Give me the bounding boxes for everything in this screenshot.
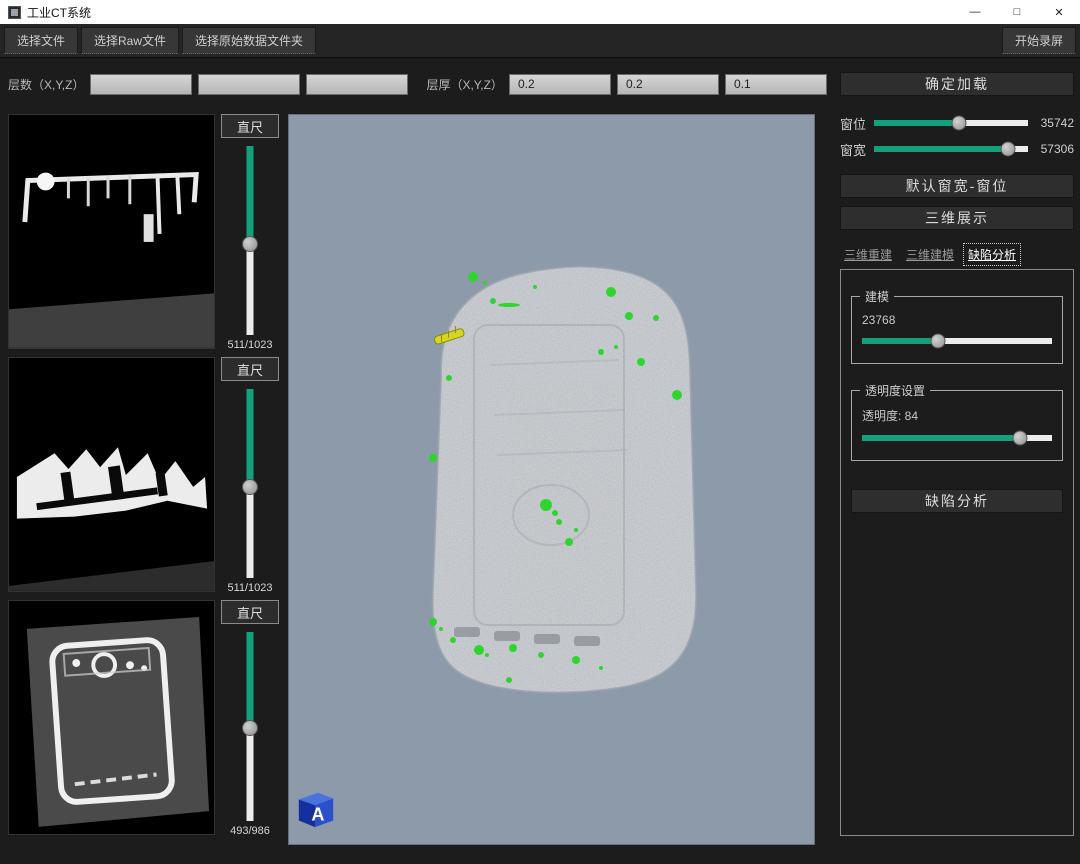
right-panel: 确定加载 窗位 35742 窗宽 57306 默认窗宽-窗位 三维展示 三维重建… <box>830 58 1080 864</box>
thickness-x-input[interactable] <box>509 74 611 95</box>
slider-track <box>247 487 254 578</box>
slice-row-1: 直尺 511/1023 <box>8 114 286 357</box>
slider-track <box>959 120 1028 126</box>
slider-handle[interactable] <box>1012 431 1027 446</box>
cube-logo-icon: A <box>295 788 337 830</box>
slice-slider-column-3: 直尺 493/986 <box>215 600 285 843</box>
defect-analysis-button[interactable]: 缺陷分析 <box>851 489 1063 513</box>
modeling-slider[interactable] <box>862 333 1052 349</box>
slider-track <box>247 244 254 335</box>
slider-handle[interactable] <box>951 116 966 131</box>
app-icon <box>8 6 21 19</box>
transparency-value: 透明度: 84 <box>862 407 1052 424</box>
slice-position-3: 493/986 <box>230 825 270 839</box>
window-width-label: 窗宽 <box>840 140 868 159</box>
slice-slider-3[interactable] <box>241 632 259 821</box>
select-file-button[interactable]: 选择文件 <box>4 27 78 54</box>
transparency-group-title: 透明度设置 <box>860 382 930 399</box>
analysis-tabs: 三维重建 三维建模 缺陷分析 <box>840 244 1074 265</box>
minimize-button[interactable]: — <box>954 0 996 24</box>
slider-fill <box>874 146 1008 152</box>
ruler-button-3[interactable]: 直尺 <box>221 600 279 624</box>
ct-slice-image-2[interactable] <box>8 357 215 592</box>
software-logo: A <box>295 788 337 830</box>
window-level-slider[interactable] <box>874 115 1028 131</box>
slider-fill <box>862 435 1020 441</box>
transparency-slider[interactable] <box>862 430 1052 446</box>
title-bar: 工业CT系统 — □ ✕ <box>0 0 1080 24</box>
window-width-slider[interactable] <box>874 141 1028 157</box>
slider-track <box>938 338 1052 344</box>
slider-fill <box>247 389 254 487</box>
modeling-value: 23768 <box>862 313 1052 327</box>
select-raw-button[interactable]: 选择Raw文件 <box>81 27 179 54</box>
slider-fill <box>862 338 938 344</box>
workspace: 直尺 511/1023 <box>0 114 820 864</box>
3d-display-button[interactable]: 三维展示 <box>840 206 1074 230</box>
ruler-button-2[interactable]: 直尺 <box>221 357 279 381</box>
maximize-button[interactable]: □ <box>996 0 1038 24</box>
slice-position-1: 511/1023 <box>227 339 272 353</box>
select-folder-button[interactable]: 选择原始数据文件夹 <box>182 27 316 54</box>
slider-fill <box>874 120 959 126</box>
slider-fill <box>247 632 254 728</box>
slider-track <box>247 728 254 821</box>
defect-analysis-tab-panel: 建模 23768 透明度设置 透明度: 84 缺陷分析 <box>840 269 1074 836</box>
thickness-z-input[interactable] <box>725 74 827 95</box>
slice-slider-2[interactable] <box>241 389 259 578</box>
window-title: 工业CT系统 <box>27 4 91 21</box>
slider-handle[interactable] <box>242 236 258 252</box>
ruler-button-1[interactable]: 直尺 <box>221 114 279 138</box>
slice-slider-column-2: 直尺 511/1023 <box>215 357 285 600</box>
layers-z-input[interactable] <box>306 74 408 95</box>
thickness-y-input[interactable] <box>617 74 719 95</box>
slice-position-2: 511/1023 <box>227 582 272 596</box>
slice-slider-column-1: 直尺 511/1023 <box>215 114 285 357</box>
window-level-value: 35742 <box>1034 116 1074 130</box>
content-area: 层数（X,Y,Z） 层厚（X,Y,Z） 直尺 <box>0 58 1080 864</box>
slider-handle[interactable] <box>242 720 258 736</box>
ct-slice-image-1[interactable] <box>8 114 215 349</box>
slice-row-2: 直尺 511/1023 <box>8 357 286 600</box>
parameter-row: 层数（X,Y,Z） 层厚（X,Y,Z） <box>0 72 818 96</box>
modeling-group-title: 建模 <box>860 288 894 305</box>
confirm-load-button[interactable]: 确定加载 <box>840 72 1074 96</box>
toolbar: 选择文件 选择Raw文件 选择原始数据文件夹 开始录屏 <box>0 24 1080 58</box>
tab-3d-reconstruction[interactable]: 三维重建 <box>840 244 896 265</box>
default-wwwl-button[interactable]: 默认窗宽-窗位 <box>840 174 1074 198</box>
transparency-group: 透明度设置 透明度: 84 <box>851 390 1063 461</box>
window-width-row: 窗宽 57306 <box>840 140 1074 158</box>
slice-views: 直尺 511/1023 <box>8 114 286 843</box>
ct-slice-image-3[interactable] <box>8 600 215 835</box>
scanned-object <box>419 255 719 715</box>
close-button[interactable]: ✕ <box>1038 0 1080 24</box>
layers-x-input[interactable] <box>90 74 192 95</box>
slice-row-3: 直尺 493/986 <box>8 600 286 843</box>
window-controls: — □ ✕ <box>954 0 1080 24</box>
slice-slider-1[interactable] <box>241 146 259 335</box>
3d-viewport[interactable]: A <box>288 114 815 845</box>
3d-render <box>289 115 814 844</box>
thickness-label: 层厚（X,Y,Z） <box>426 76 502 93</box>
window-width-value: 57306 <box>1034 142 1074 156</box>
slider-handle[interactable] <box>1000 142 1015 157</box>
slider-fill <box>247 146 254 244</box>
tab-3d-modeling[interactable]: 三维建模 <box>902 244 958 265</box>
slider-handle[interactable] <box>931 334 946 349</box>
layers-label: 层数（X,Y,Z） <box>8 76 84 93</box>
start-recording-button[interactable]: 开始录屏 <box>1002 27 1076 54</box>
modeling-group: 建模 23768 <box>851 296 1063 364</box>
window-level-row: 窗位 35742 <box>840 114 1074 132</box>
tab-defect-analysis[interactable]: 缺陷分析 <box>964 244 1020 265</box>
logo-letter: A <box>311 804 324 824</box>
layers-y-input[interactable] <box>198 74 300 95</box>
window-level-label: 窗位 <box>840 114 868 133</box>
slider-handle[interactable] <box>242 479 258 495</box>
